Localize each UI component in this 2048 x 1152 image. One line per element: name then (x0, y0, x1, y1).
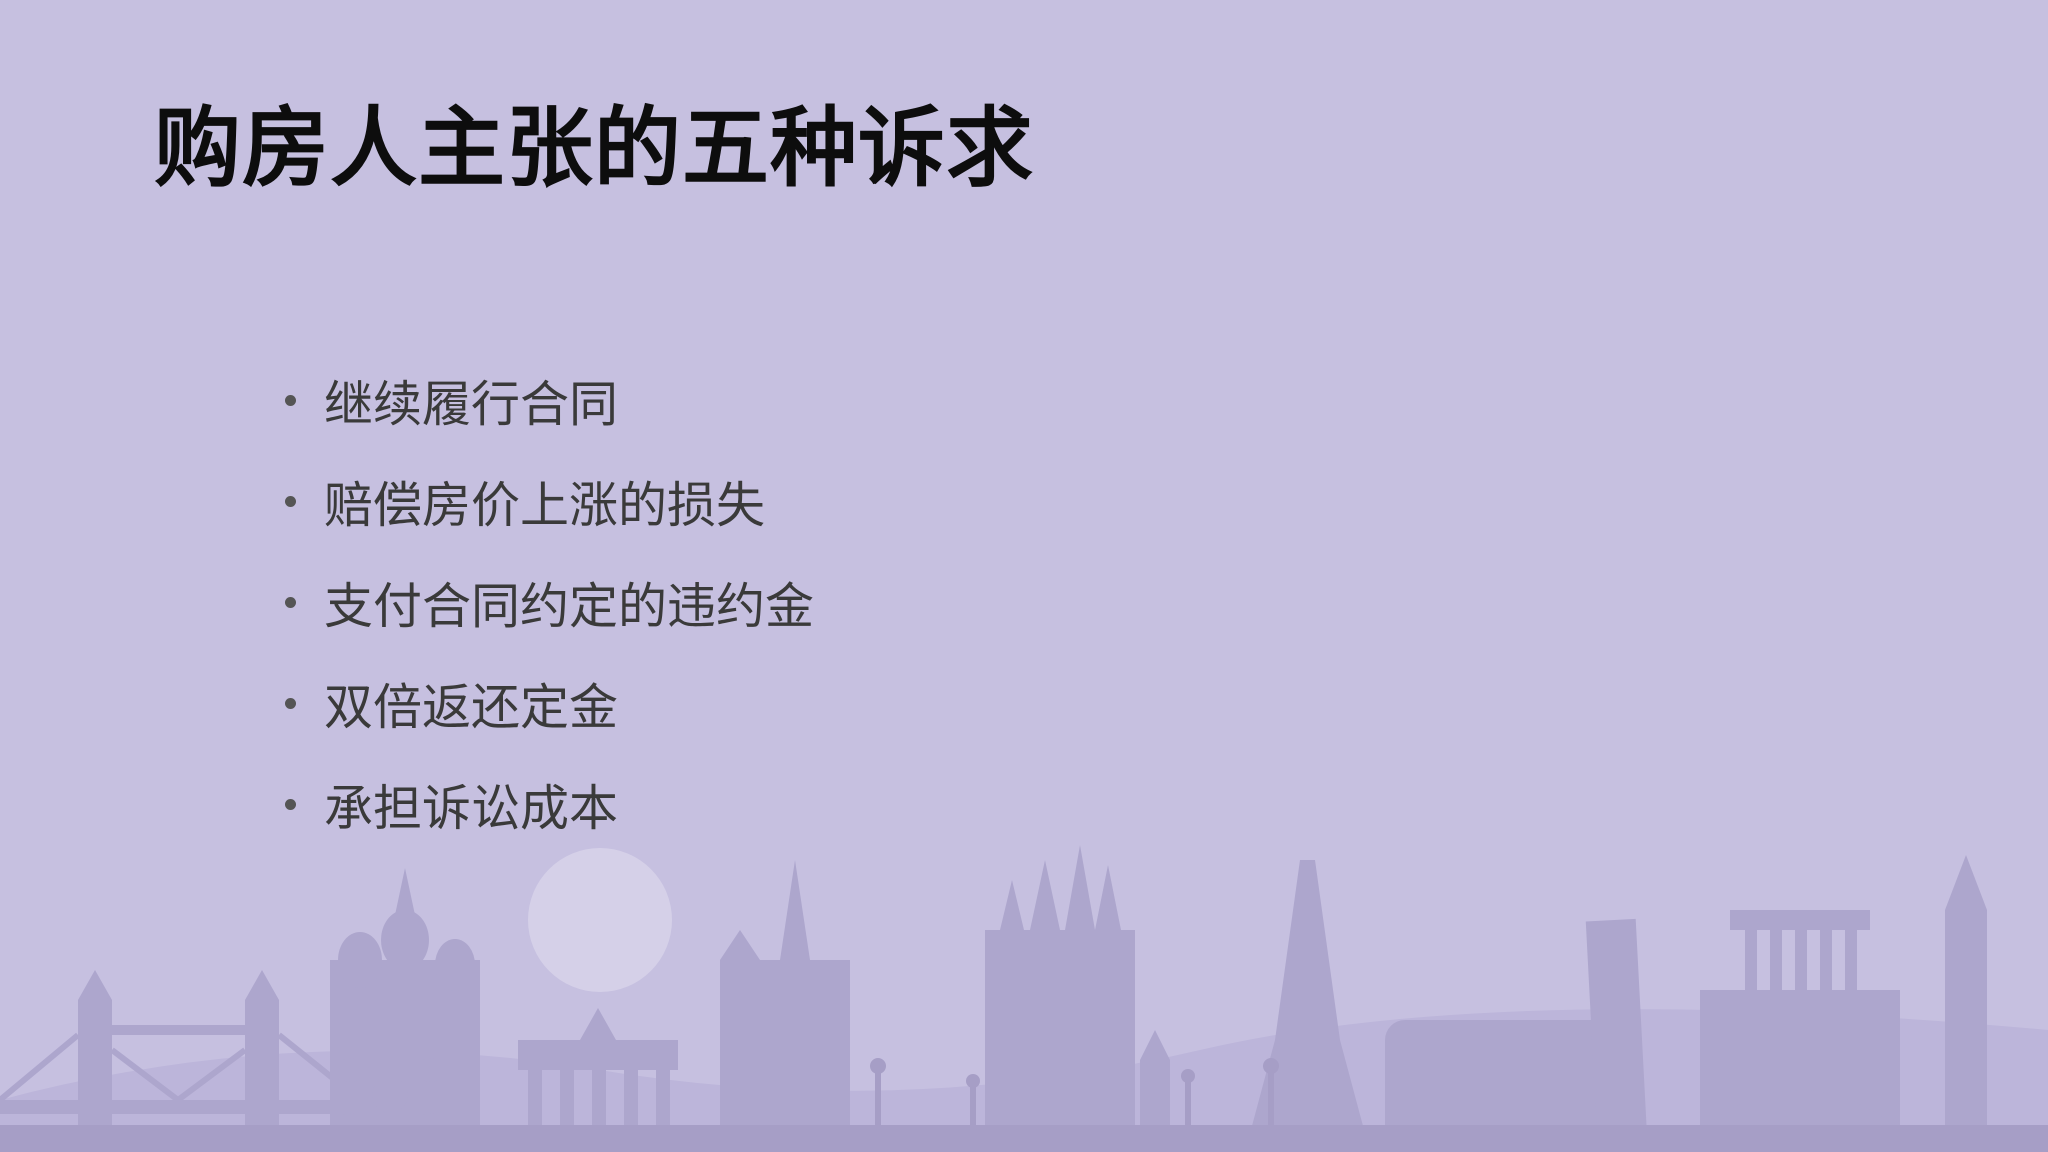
bullet-text: 承担诉讼成本 (324, 780, 619, 837)
moon-icon (528, 848, 672, 992)
bullet-dot (285, 395, 296, 406)
slide-title: 购房人主张的五种诉求 (154, 97, 1034, 199)
bullet-item: 双倍返还定金 (285, 653, 814, 754)
bullet-dot (285, 597, 296, 608)
bullet-text: 继续履行合同 (324, 376, 619, 433)
bullet-item: 继续履行合同 (285, 350, 814, 451)
bullet-text: 双倍返还定金 (324, 679, 619, 736)
bullet-item: 赔偿房价上涨的损失 (285, 451, 814, 552)
bullet-text: 赔偿房价上涨的损失 (324, 477, 766, 534)
bullet-list: 继续履行合同 赔偿房价上涨的损失 支付合同约定的违约金 双倍返还定金 承担诉讼成… (285, 350, 814, 855)
bullet-text: 支付合同约定的违约金 (324, 578, 815, 635)
bullet-dot (285, 698, 296, 709)
bullet-dot (285, 799, 296, 810)
bullet-item: 支付合同约定的违约金 (285, 552, 814, 653)
city-skyline-illustration (0, 845, 2048, 1152)
bullet-dot (285, 496, 296, 507)
